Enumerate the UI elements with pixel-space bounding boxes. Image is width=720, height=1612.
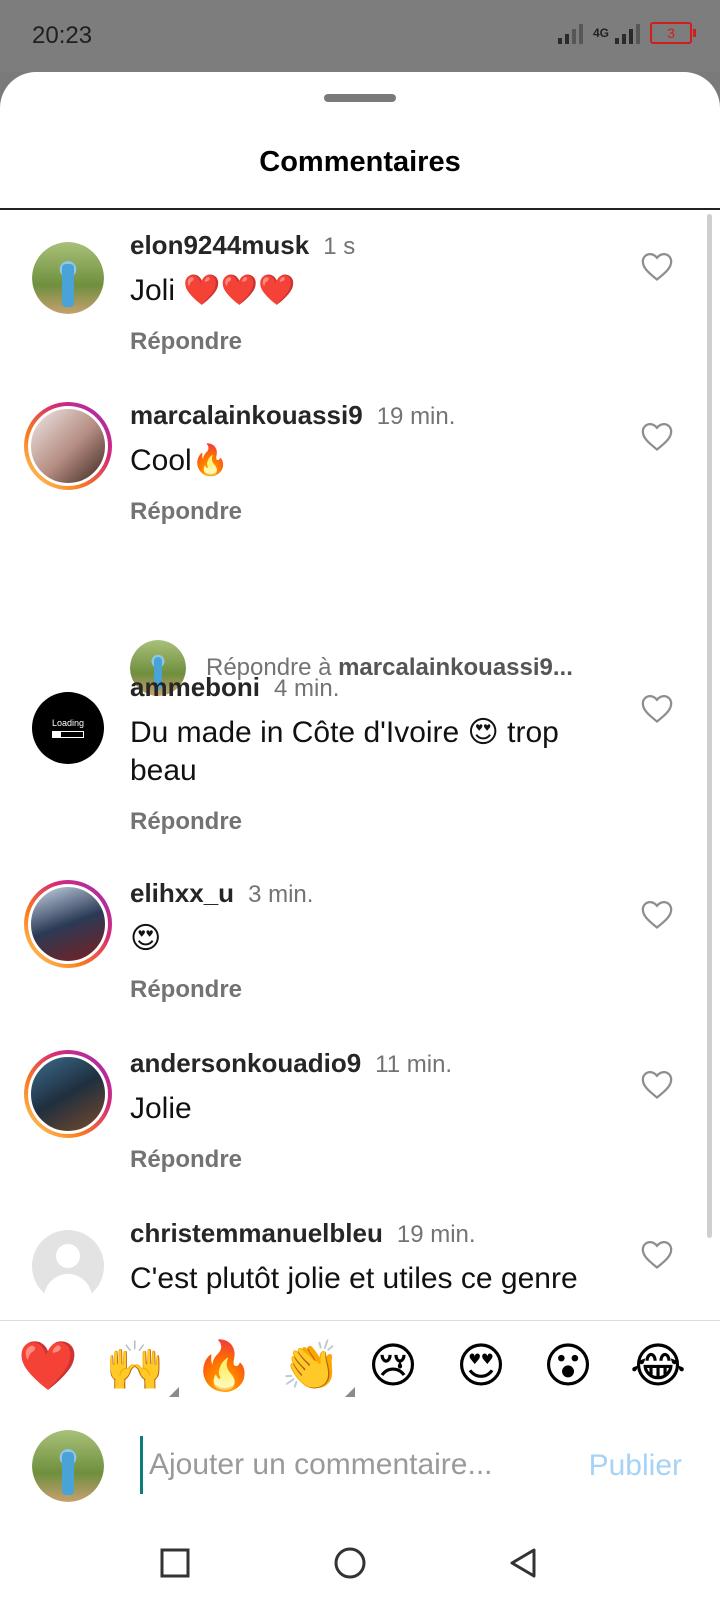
comment-time: 11 min. xyxy=(375,1051,453,1078)
reply-button[interactable]: Répondre xyxy=(130,328,242,356)
signal-icon xyxy=(557,22,583,44)
reply-button[interactable]: Répondre xyxy=(130,1146,242,1174)
emoji-heart[interactable]: ❤️ xyxy=(18,1337,78,1397)
signal-icon-2 xyxy=(615,22,640,44)
comment-time: 4 min. xyxy=(274,675,340,702)
heart-icon[interactable] xyxy=(640,420,674,452)
comment-time: 1 s xyxy=(323,233,356,260)
avatar[interactable] xyxy=(24,1050,112,1138)
avatar[interactable] xyxy=(32,242,104,314)
comment-composer: Publier xyxy=(0,1416,720,1516)
emoji-fire[interactable]: 🔥 xyxy=(194,1337,254,1397)
sheet-title: Commentaires xyxy=(259,146,461,178)
emoji-clapping[interactable]: 👏 xyxy=(281,1337,355,1397)
comment-text: Cool🔥 xyxy=(130,444,230,477)
home-icon[interactable] xyxy=(333,1546,367,1580)
status-icons: 4G 3 xyxy=(557,22,696,44)
heart-icon[interactable] xyxy=(640,1238,674,1270)
drag-handle[interactable] xyxy=(324,94,396,102)
heart-icon[interactable] xyxy=(640,898,674,930)
publish-button[interactable]: Publier xyxy=(583,1448,688,1484)
comments-sheet: Commentaires elon9244musk 1 s Joli ❤️❤️❤… xyxy=(0,72,720,1612)
comment-text: 😍 xyxy=(130,922,162,955)
comment-username[interactable]: elon9244musk xyxy=(130,230,309,261)
comment-time: 3 min. xyxy=(248,881,314,908)
emoji-reaction-bar: ❤️ 🙌 🔥 👏 😢 😍 😮 😂 xyxy=(0,1320,720,1418)
emoji-laughing[interactable]: 😂 xyxy=(630,1337,686,1397)
network-type: 4G xyxy=(592,25,609,40)
comment-username[interactable]: elihxx_u xyxy=(130,878,234,909)
comment-time: 19 min. xyxy=(376,403,456,430)
avatar[interactable] xyxy=(32,1230,104,1302)
reply-button[interactable]: Répondre xyxy=(130,976,242,1004)
battery-icon: 3 xyxy=(650,22,696,44)
comment-input[interactable] xyxy=(140,1436,551,1494)
recent-apps-icon[interactable] xyxy=(158,1546,192,1580)
avatar-logo-text: Loading xyxy=(51,718,85,728)
comment-username[interactable]: ammeboni xyxy=(130,672,260,703)
emoji-crying[interactable]: 😢 xyxy=(368,1337,418,1397)
comment-text: Joli ❤️❤️❤️ xyxy=(130,274,296,307)
comment-username[interactable]: marcalainkouassi9 xyxy=(130,400,363,431)
scrollbar[interactable] xyxy=(707,214,712,1238)
reply-button[interactable]: Répondre xyxy=(130,498,242,526)
emoji-heart-eyes[interactable]: 😍 xyxy=(456,1337,506,1397)
status-bar: 20:23 4G 3 xyxy=(0,0,720,72)
heart-icon[interactable] xyxy=(640,250,674,282)
my-avatar xyxy=(32,1430,104,1502)
comment-username[interactable]: andersonkouadio9 xyxy=(130,1048,361,1079)
system-nav-bar xyxy=(0,1516,720,1612)
emoji-surprised[interactable]: 😮 xyxy=(543,1337,593,1397)
comments-list[interactable]: elon9244musk 1 s Joli ❤️❤️❤️ Répondre ma… xyxy=(0,210,720,1392)
comment-text: Jolie xyxy=(130,1092,192,1125)
comment-text: Du made in Côte d'Ivoire 😍 trop beau xyxy=(130,716,559,787)
avatar[interactable] xyxy=(24,402,112,490)
status-time: 20:23 xyxy=(32,22,93,49)
comment-time: 19 min. xyxy=(396,1221,476,1248)
emoji-raising-hands[interactable]: 🙌 xyxy=(105,1337,179,1397)
comment-username[interactable]: christemmanuelbleu xyxy=(130,1218,383,1249)
heart-icon[interactable] xyxy=(640,692,674,724)
back-icon[interactable] xyxy=(506,1546,540,1580)
reply-button[interactable]: Répondre xyxy=(130,808,242,836)
reply-to-target: marcalainkouassi9... xyxy=(338,654,573,681)
avatar[interactable] xyxy=(24,880,112,968)
battery-level: 3 xyxy=(667,25,675,41)
heart-icon[interactable] xyxy=(640,1068,674,1100)
comment-text: C'est plutôt jolie et utiles ce genre xyxy=(130,1262,578,1295)
avatar[interactable]: Loading xyxy=(32,692,104,764)
